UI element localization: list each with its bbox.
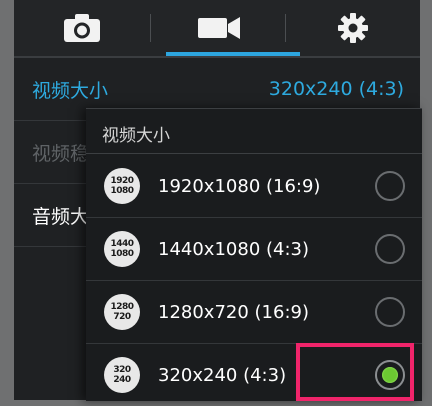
radio-button-selected[interactable] <box>375 360 405 390</box>
setting-video-size-value: 320x240 (4:3) <box>268 78 404 100</box>
icon-text-bottom: 1080 <box>110 186 134 196</box>
icon-text-top: 1280 <box>110 302 134 312</box>
option-label: 1920x1080 (16:9) <box>158 175 321 197</box>
icon-text-top: 1440 <box>110 239 134 249</box>
option-label: 1440x1080 (4:3) <box>158 238 310 260</box>
radio-button[interactable] <box>375 171 405 201</box>
video-size-dialog: 视频大小 1920 1080 1920x1080 (16:9) 1440 108… <box>86 108 422 401</box>
radio-button[interactable] <box>375 297 405 327</box>
video-camera-icon <box>197 17 240 39</box>
option-320x240[interactable]: 320 240 320x240 (4:3) <box>86 344 422 406</box>
icon-text-top: 320 <box>113 365 131 375</box>
setting-audio-label: 音频大 <box>32 205 90 228</box>
setting-video-stabilization-label: 视频稳 <box>32 142 90 165</box>
option-label: 320x240 (4:3) <box>158 364 287 386</box>
option-1280x720[interactable]: 1280 720 1280x720 (16:9) <box>86 281 422 344</box>
option-1920x1080[interactable]: 1920 1080 1920x1080 (16:9) <box>86 155 422 218</box>
dialog-title-divider <box>86 153 422 154</box>
radio-button[interactable] <box>375 234 405 264</box>
icon-text-bottom: 1080 <box>110 249 134 259</box>
icon-text-bottom: 720 <box>113 312 131 322</box>
mode-tab-bar <box>14 0 420 56</box>
icon-text-bottom: 240 <box>113 375 131 385</box>
resolution-320x240-icon: 320 240 <box>104 357 140 393</box>
resolution-1920x1080-icon: 1920 1080 <box>104 168 140 204</box>
resolution-1440x1080-icon: 1440 1080 <box>104 231 140 267</box>
tab-video[interactable] <box>151 0 286 56</box>
dialog-title: 视频大小 <box>102 126 170 146</box>
tab-camera[interactable] <box>14 0 149 56</box>
resolution-1280x720-icon: 1280 720 <box>104 294 140 330</box>
icon-text-top: 1920 <box>110 176 134 186</box>
camera-icon <box>63 14 100 42</box>
option-label: 1280x720 (16:9) <box>158 301 310 323</box>
tab-settings[interactable] <box>286 0 420 56</box>
option-1440x1080[interactable]: 1440 1080 1440x1080 (4:3) <box>86 218 422 281</box>
setting-video-size-label: 视频大小 <box>32 79 109 102</box>
gear-icon <box>338 13 368 43</box>
